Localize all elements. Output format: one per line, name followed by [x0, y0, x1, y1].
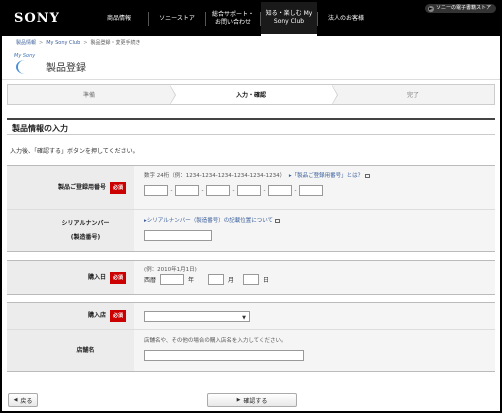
step-label: 入力・確認 — [235, 92, 266, 99]
gnav-support[interactable]: 総合サポート・お問い合わせ — [206, 2, 260, 36]
global-nav: SONY 商品情報 ソニーストア 総合サポート・お問い合わせ 知る・楽しむ My… — [2, 2, 500, 36]
month-unit: 月 — [228, 277, 235, 284]
step-complete: 完了 — [332, 85, 494, 104]
store-name-input[interactable] — [144, 350, 304, 361]
era-label: 西暦 — [144, 277, 157, 284]
purchase-day-input[interactable] — [243, 274, 260, 285]
dash-separator: - — [232, 187, 235, 194]
sony-logo[interactable]: SONY — [14, 11, 60, 26]
my-sony-logo-ring — [16, 60, 34, 74]
purchase-date-hint: (例：2010年1月1日) — [144, 267, 197, 273]
dash-separator: - — [170, 187, 173, 194]
triangle-right-icon: ▶ — [236, 397, 241, 403]
back-button-label: 戻る — [20, 397, 33, 405]
dash-separator: - — [263, 187, 266, 194]
form-label-cell: 購入店 必須 — [7, 303, 134, 329]
purchase-date-form: 購入日 必須 (例：2010年1月1日) 西暦 年 月 日 — [7, 260, 495, 295]
reg-number-input-5[interactable] — [268, 185, 292, 196]
store-select[interactable]: ▼ — [144, 310, 250, 322]
form-field-cell: ▼ — [134, 303, 495, 329]
external-window-icon — [275, 218, 281, 223]
purchase-date-label: 購入日 — [87, 273, 106, 281]
reg-number-input-6[interactable] — [299, 185, 323, 196]
form-field-cell: 店舗名や、その他の場合の購入店名を入力してください。 — [134, 330, 495, 371]
form-field-cell: 数字 24桁（例：1234-1234-1234-1234-1234-1234） … — [134, 166, 495, 209]
dash-separator: - — [294, 187, 297, 194]
back-button[interactable]: ◀ 戻る — [8, 393, 38, 407]
ebook-store-icon: ► — [427, 5, 434, 12]
product-info-form: 製品ご登録用番号 必須 数字 24桁（例：1234-1234-1234-1234… — [7, 165, 495, 252]
my-sony-logo: My Sony — [14, 53, 36, 59]
step-arrow-fill — [332, 86, 337, 104]
external-window-icon — [365, 173, 371, 178]
title-divider — [2, 79, 500, 80]
step-input-confirm: 入力・確認 — [170, 85, 338, 105]
serial-label: シリアルナンバー — [61, 219, 110, 227]
breadcrumb-link-my-sony-club[interactable]: My Sony Club — [46, 40, 80, 46]
page-title: 製品登録 — [46, 63, 86, 74]
confirm-button-label: 確認する — [243, 397, 268, 405]
page-frame: SONY 商品情報 ソニーストア 総合サポート・お問い合わせ 知る・楽しむ My… — [2, 2, 500, 411]
required-badge: 必須 — [109, 181, 126, 194]
form-row-serial: シリアルナンバー (製造番号) ▸シリアルナンバー（製造番号）の記載位置について — [7, 209, 495, 251]
serial-label-sub: (製造番号) — [70, 233, 101, 241]
confirm-button[interactable]: ▶ 確認する — [207, 393, 297, 407]
form-label-cell: 店舗名 — [7, 330, 134, 371]
reg-number-help-link[interactable]: 「製品ご登録用番号」とは？ — [292, 173, 364, 179]
breadcrumb-separator: > — [39, 40, 44, 46]
gnav-products[interactable]: 商品情報 — [90, 2, 148, 36]
step-label: 準備 — [82, 92, 95, 99]
progress-steps: 準備 入力・確認 完了 — [7, 84, 495, 105]
ebook-store-label: ソニーの電子書籍ストア — [435, 5, 491, 11]
triangle-left-icon: ◀ — [13, 397, 18, 403]
required-badge: 必須 — [109, 310, 126, 322]
ebook-store-button[interactable]: ► ソニーの電子書籍ストア — [424, 4, 496, 13]
breadcrumb-current: 製品登録・変更手続き — [90, 40, 141, 46]
store-form: 購入店 必須 ▼ 店舗名 店舗名や、その他の場合の購入店名を入力してください。 — [7, 302, 495, 372]
gnav-my-sony-club-label: 知る・楽しむ My Sony Club — [265, 10, 313, 25]
form-label-cell: シリアルナンバー (製造番号) — [7, 210, 134, 251]
reg-number-input-2[interactable] — [175, 185, 199, 196]
breadcrumb-separator: > — [83, 40, 88, 46]
required-badge: 必須 — [109, 271, 126, 284]
day-unit: 日 — [263, 277, 270, 284]
gnav-my-sony-club[interactable]: 知る・楽しむ My Sony Club — [261, 2, 317, 36]
dash-separator: - — [201, 187, 204, 194]
gnav-sony-store[interactable]: ソニーストア — [149, 2, 205, 36]
breadcrumb-link-products[interactable]: 製品情報 — [16, 40, 36, 46]
form-label-cell: 製品ご登録用番号 必須 — [7, 166, 134, 209]
store-label: 購入店 — [87, 312, 106, 319]
form-field-cell: ▸シリアルナンバー（製造番号）の記載位置について — [134, 210, 495, 251]
form-label-cell: 購入日 必須 — [7, 261, 134, 294]
form-row-store-name: 店舗名 店舗名や、その他の場合の購入店名を入力してください。 — [7, 329, 495, 371]
instruction-text: 入力後、「確認する」ボタンを押してください。 — [10, 148, 139, 155]
step-label: 完了 — [406, 92, 419, 99]
serial-input[interactable] — [144, 230, 212, 241]
section-title: 製品情報の入力 — [7, 118, 495, 135]
year-unit: 年 — [188, 277, 195, 284]
chevron-down-icon: ▼ — [242, 314, 246, 321]
form-field-cell: (例：2010年1月1日) 西暦 年 月 日 — [134, 261, 495, 294]
gnav-business[interactable]: 法人のお客様 — [318, 2, 374, 36]
reg-number-input-4[interactable] — [237, 185, 261, 196]
purchase-year-input[interactable] — [160, 274, 185, 285]
step-prepare: 準備 — [8, 85, 176, 105]
reg-number-input-3[interactable] — [206, 185, 230, 196]
store-name-hint: 店舗名や、その他の場合の購入店名を入力してください。 — [144, 338, 287, 344]
form-row-purchase-date: 購入日 必須 (例：2010年1月1日) 西暦 年 月 日 — [7, 261, 495, 294]
step-arrow-fill — [170, 86, 175, 104]
store-name-label: 店舗名 — [76, 346, 95, 354]
purchase-month-input[interactable] — [208, 274, 225, 285]
breadcrumb: 製品情報 > My Sony Club > 製品登録・変更手続き — [16, 39, 140, 46]
gnav-support-label: 総合サポート・お問い合わせ — [211, 11, 254, 26]
form-row-reg-number: 製品ご登録用番号 必須 数字 24桁（例：1234-1234-1234-1234… — [7, 166, 495, 209]
reg-number-label: 製品ご登録用番号 — [57, 183, 106, 191]
serial-help-link[interactable]: シリアルナンバー（製造番号）の記載位置について — [147, 218, 273, 224]
reg-number-hint: 数字 24桁（例：1234-1234-1234-1234-1234-1234） — [144, 173, 286, 179]
reg-number-input-1[interactable] — [144, 185, 168, 196]
form-row-store: 購入店 必須 ▼ — [7, 303, 495, 329]
